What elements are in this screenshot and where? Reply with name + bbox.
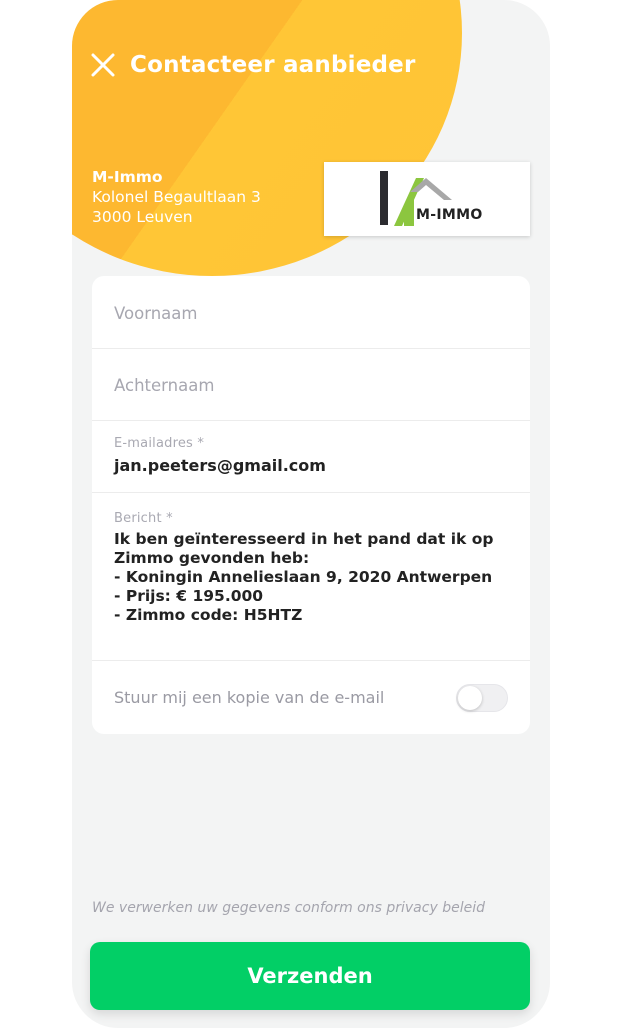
agency-city: 3000 Leuven bbox=[92, 208, 193, 226]
last-name-field[interactable]: Achternaam bbox=[92, 349, 530, 421]
first-name-field[interactable]: Voornaam bbox=[92, 276, 530, 349]
agency-street: Kolonel Begaultlaan 3 bbox=[92, 188, 261, 206]
message-line: Zimmo gevonden heb: bbox=[114, 549, 310, 567]
privacy-notice[interactable]: We verwerken uw gegevens conform ons pri… bbox=[92, 900, 485, 916]
message-line: - Zimmo code: H5HTZ bbox=[114, 606, 303, 624]
message-text: Ik ben geïnteresseerd in het pand dat ik… bbox=[114, 530, 522, 625]
send-button[interactable]: Verzenden bbox=[90, 942, 530, 1010]
email-label: E-mailadres * bbox=[114, 436, 205, 451]
message-line: Ik ben geïnteresseerd in het pand dat ik… bbox=[114, 530, 494, 548]
phone-screen: Contacteer aanbieder M-Immo Kolonel Bega… bbox=[72, 0, 550, 1028]
last-name-placeholder: Achternaam bbox=[114, 376, 215, 395]
page-title: Contacteer aanbieder bbox=[130, 52, 416, 78]
first-name-placeholder: Voornaam bbox=[114, 304, 198, 323]
message-label: Bericht * bbox=[114, 511, 173, 526]
close-icon[interactable] bbox=[90, 52, 116, 78]
email-field[interactable]: E-mailadres * jan.peeters@gmail.com bbox=[92, 421, 530, 493]
agency-name: M-Immo bbox=[92, 168, 163, 186]
agency-info: M-Immo Kolonel Begaultlaan 3 3000 Leuven bbox=[92, 167, 261, 227]
copy-email-toggle[interactable] bbox=[456, 684, 508, 712]
logo-text: M-IMMO bbox=[416, 207, 483, 223]
message-line: - Prijs: € 195.000 bbox=[114, 587, 264, 605]
agency-logo: M-IMMO bbox=[324, 162, 530, 236]
toggle-knob bbox=[458, 686, 482, 710]
email-value: jan.peeters@gmail.com bbox=[114, 456, 326, 475]
copy-email-label: Stuur mij een kopie van de e-mail bbox=[114, 688, 385, 707]
message-line: - Koningin Annelieslaan 9, 2020 Antwerpe… bbox=[114, 568, 493, 586]
contact-form: Voornaam Achternaam E-mailadres * jan.pe… bbox=[92, 276, 530, 734]
header: Contacteer aanbieder bbox=[90, 52, 416, 78]
